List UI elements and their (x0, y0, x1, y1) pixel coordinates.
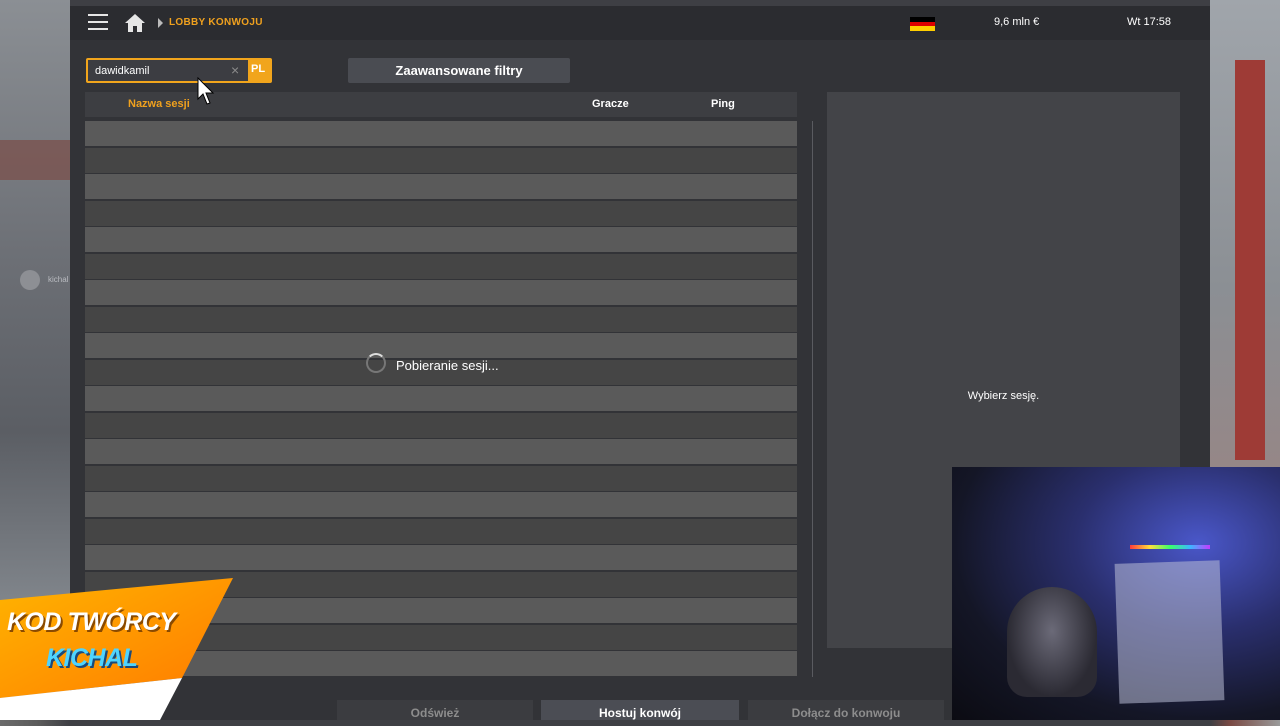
table-row[interactable] (85, 200, 797, 226)
sessions-scrollbar[interactable] (812, 121, 813, 677)
table-row[interactable] (85, 147, 797, 173)
loading-spinner-icon (366, 353, 386, 373)
whiteboard (1114, 560, 1225, 704)
sessions-table-header: Nazwa sesji Gracze Ping (85, 92, 797, 117)
column-ping[interactable]: Ping (711, 98, 735, 110)
session-search: × PL (86, 58, 272, 83)
breadcrumb: LOBBY KONWOJU (169, 17, 263, 28)
creator-code-label: KOD TWÓRCY (7, 608, 176, 636)
language-filter-badge[interactable]: PL (251, 63, 265, 75)
table-row[interactable] (85, 306, 797, 332)
top-bar: LOBBY KONWOJU 9,6 mln € Wt 17:58 (70, 6, 1210, 40)
side-player-avatar (20, 270, 40, 290)
table-row[interactable] (85, 518, 797, 544)
game-clock: Wt 17:58 (1127, 16, 1172, 28)
streamer (1007, 587, 1097, 697)
table-row[interactable] (85, 412, 797, 438)
table-row[interactable] (85, 121, 797, 146)
table-row[interactable] (85, 227, 797, 252)
clear-icon[interactable]: × (231, 63, 239, 77)
table-row[interactable] (85, 253, 797, 279)
creator-code-value: KICHAL (46, 644, 138, 672)
breadcrumb-chevron-icon (158, 18, 163, 28)
table-row[interactable] (85, 465, 797, 491)
advanced-filters-button[interactable]: Zaawansowane filtry (348, 58, 570, 83)
country-flag-icon (910, 17, 935, 31)
table-row[interactable] (85, 174, 797, 199)
table-row[interactable] (85, 545, 797, 570)
table-row[interactable] (85, 333, 797, 358)
table-row[interactable] (85, 439, 797, 464)
background-right-beam (1235, 60, 1265, 460)
column-players[interactable]: Gracze (592, 98, 629, 110)
host-convoy-button[interactable]: Hostuj konwój (541, 700, 739, 720)
loading-text: Pobieranie sesji... (396, 358, 499, 373)
webcam-overlay (952, 467, 1280, 720)
led-strip (1130, 545, 1210, 549)
table-row[interactable] (85, 492, 797, 517)
table-row[interactable] (85, 280, 797, 305)
detail-placeholder: Wybierz sesję. (967, 390, 1040, 402)
hamburger-menu-icon[interactable] (88, 14, 108, 30)
side-player-name: kichal (48, 275, 69, 284)
join-convoy-button[interactable]: Dołącz do konwoju (748, 700, 944, 720)
refresh-button[interactable]: Odśwież (337, 700, 533, 720)
table-row[interactable] (85, 386, 797, 411)
home-icon[interactable] (124, 13, 146, 33)
money-balance: 9,6 mln € (994, 16, 1040, 28)
creator-code-banner: KOD TWÓRCY KICHAL (0, 578, 235, 720)
column-session-name[interactable]: Nazwa sesji (128, 98, 190, 110)
background-left-stripe (0, 140, 70, 180)
mouse-cursor-icon (197, 77, 215, 105)
